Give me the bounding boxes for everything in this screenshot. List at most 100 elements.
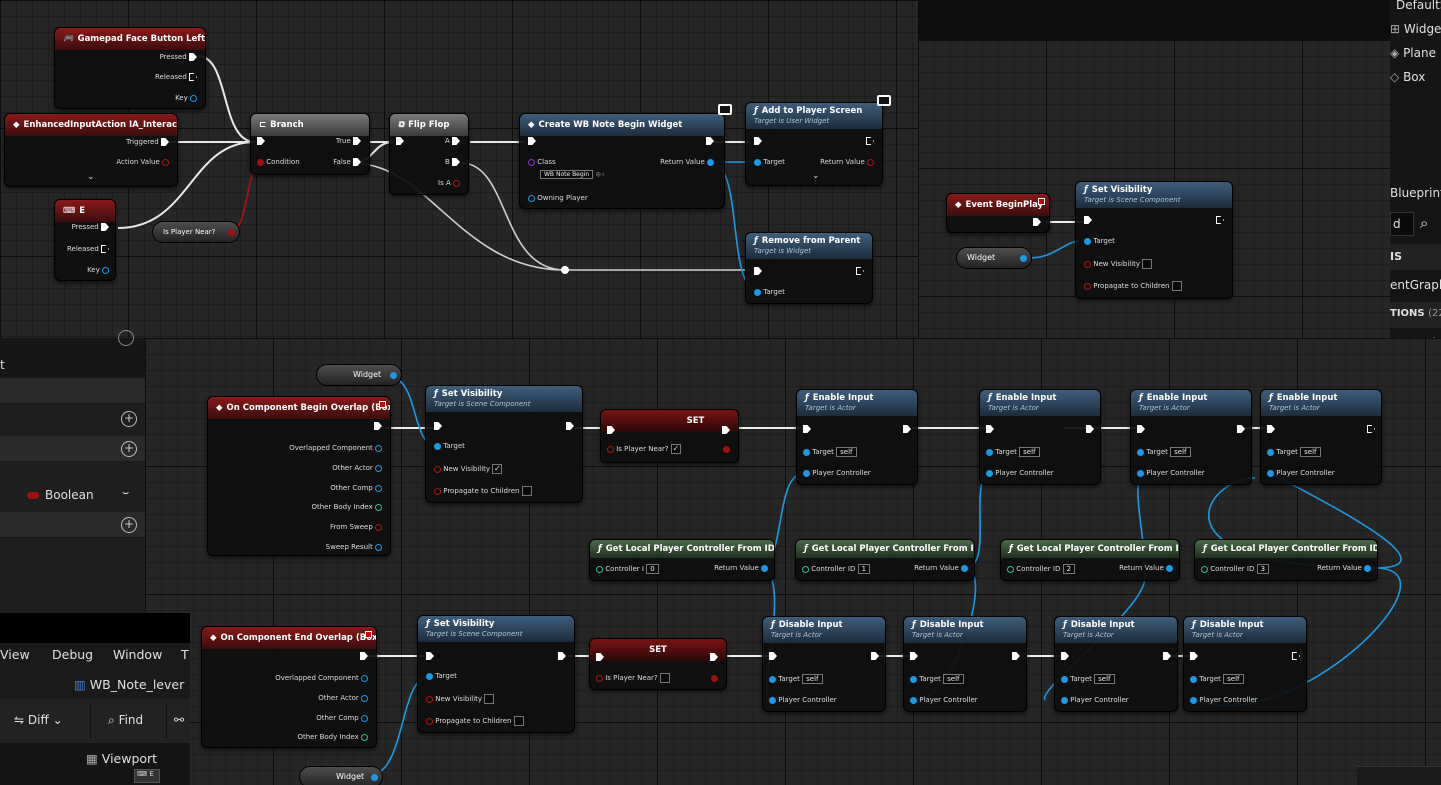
exec-in-pin[interactable] (1084, 216, 1092, 224)
find-button[interactable]: ⌕ Find (108, 713, 143, 728)
propagate-checkbox[interactable] (513, 716, 524, 726)
set-visibility-node[interactable]: ƒ Set Visibility Target is Scene Component… (425, 385, 583, 503)
exec-in-pin[interactable] (434, 422, 442, 430)
propagate-pin[interactable] (434, 487, 441, 495)
exec-out-pin[interactable] (189, 73, 197, 81)
output-pin[interactable] (361, 694, 368, 702)
controller-id-pin[interactable] (1007, 565, 1014, 573)
graphs-section[interactable]: + (0, 406, 145, 432)
target-self-field[interactable]: self (1094, 674, 1115, 684)
player-controller-pin[interactable] (803, 469, 810, 477)
exec-out-pin[interactable] (353, 158, 361, 166)
new-visibility-pin[interactable] (434, 465, 441, 473)
component-item[interactable]: ⊞ Widge (1390, 22, 1441, 36)
e-key-node[interactable]: ⌨ E Pressed Released Key (54, 199, 116, 281)
controller-id-field[interactable]: 3 (1256, 564, 1270, 574)
target-pin[interactable] (1137, 448, 1144, 456)
target-pin[interactable] (1084, 237, 1091, 245)
widget-pin[interactable] (371, 774, 378, 781)
delegate-pin[interactable] (379, 401, 386, 408)
return-value-pin[interactable] (1166, 564, 1173, 572)
propagate-checkbox[interactable] (1171, 281, 1182, 291)
new-visibility-checkbox[interactable] (1142, 259, 1153, 269)
target-pin[interactable] (1190, 675, 1197, 683)
player-controller-pin[interactable] (1137, 469, 1144, 477)
new-visibility-pin[interactable] (426, 695, 433, 703)
target-pin[interactable] (426, 672, 433, 680)
exec-out-pin[interactable] (856, 267, 864, 275)
exec-out-pin[interactable] (374, 422, 382, 430)
gamepad-face-button-left-node[interactable]: 🎮 Gamepad Face Button Left Pressed Releas… (54, 27, 206, 109)
exec-in-pin[interactable] (396, 137, 404, 145)
player-controller-pin[interactable] (910, 696, 917, 704)
disable-input-node[interactable]: ƒ Disable Input Target is Actor Target sel… (1183, 616, 1307, 712)
output-pin[interactable] (375, 523, 382, 531)
output-pin[interactable] (375, 484, 382, 492)
target-pin[interactable] (986, 448, 993, 456)
new-visibility-checkbox[interactable] (484, 694, 495, 704)
exec-out-pin[interactable] (566, 422, 574, 430)
enable-input-node[interactable]: ƒ Enable Input Target is Actor Target self… (1130, 389, 1252, 485)
exec-in-pin[interactable] (596, 653, 604, 661)
get-local-player-controller-node[interactable]: ƒ Get Local Player Controller From ID Con… (1194, 539, 1378, 581)
exec-out-pin[interactable] (101, 223, 109, 231)
exec-in-pin[interactable] (754, 137, 762, 145)
exec-in-pin[interactable] (986, 425, 994, 433)
propagate-pin[interactable] (1084, 282, 1091, 290)
widget-variable[interactable]: Widget (316, 364, 402, 386)
component-item[interactable]: ◇ Box (1390, 70, 1425, 84)
functions-section[interactable]: + (0, 436, 145, 462)
exec-out-pin[interactable] (1086, 425, 1094, 433)
exec-out-pin[interactable] (452, 158, 460, 166)
exec-out-pin[interactable] (558, 652, 566, 660)
target-self-field[interactable]: self (1300, 447, 1321, 457)
menu-window[interactable]: Window (113, 647, 162, 662)
exec-in-pin[interactable] (607, 426, 615, 434)
set-is-player-near-node[interactable]: SET Is Player Near? ✓ (600, 409, 739, 463)
exec-out-pin[interactable] (189, 53, 197, 61)
add-dispatcher-button[interactable]: + (121, 517, 137, 533)
target-pin[interactable] (769, 675, 776, 683)
exec-out-pin[interactable] (360, 652, 368, 660)
delegate-pin[interactable] (1038, 198, 1045, 205)
exec-in-pin[interactable] (769, 652, 777, 660)
exec-out-pin[interactable] (161, 138, 169, 146)
output-pin[interactable] (375, 503, 382, 511)
controller-id-pin[interactable] (596, 565, 603, 573)
menu-view[interactable]: View (0, 647, 30, 662)
menu-tools[interactable]: T (181, 647, 189, 662)
bool-out-pin[interactable] (723, 445, 730, 453)
target-self-field[interactable]: self (943, 674, 964, 684)
exec-out-pin[interactable] (1012, 652, 1020, 660)
owning-player-pin[interactable] (528, 194, 535, 202)
branch-node[interactable]: ⊏ Branch Condition True False (250, 113, 370, 175)
player-controller-pin[interactable] (986, 469, 993, 477)
on-component-begin-overlap-node[interactable]: ◆ On Component Begin Overlap (Box) Overla… (207, 396, 391, 556)
new-visibility-pin[interactable] (1084, 260, 1091, 268)
exec-out-pin[interactable] (722, 426, 730, 434)
exec-out-pin[interactable] (1216, 216, 1224, 224)
enable-input-node[interactable]: ƒ Enable Input Target is Actor Target self… (1260, 389, 1382, 485)
exec-out-pin[interactable] (1237, 425, 1245, 433)
new-visibility-checkbox[interactable]: ✓ (492, 464, 503, 474)
key-pin[interactable] (102, 266, 109, 274)
exec-out-pin[interactable] (1292, 652, 1300, 660)
condition-pin[interactable] (257, 158, 264, 166)
return-value-pin[interactable] (1364, 564, 1371, 572)
eye-icon[interactable]: ⌣ (122, 486, 129, 500)
output-pin[interactable] (361, 733, 368, 741)
bool-out-pin[interactable] (711, 674, 718, 682)
diff-button[interactable]: ⇋ Diff ⌄ (14, 713, 63, 727)
add-graph-button[interactable]: + (121, 411, 137, 427)
expand-chevron-icon[interactable]: ⌄ (812, 171, 820, 181)
target-pin[interactable] (754, 288, 761, 296)
exec-out-pin[interactable] (706, 137, 714, 145)
widget-pin[interactable] (1020, 255, 1027, 262)
search-icon[interactable]: ⌕ (1420, 214, 1428, 232)
exec-out-pin[interactable] (710, 653, 718, 661)
is-player-near-variable[interactable]: Is Player Near? (152, 221, 240, 243)
get-local-player-controller-node[interactable]: ƒ Get Local Player Controller From ID Con… (589, 539, 775, 581)
hierarchy-icon[interactable]: ⚯ (174, 713, 184, 727)
player-controller-pin[interactable] (1061, 696, 1068, 704)
return-value-pin[interactable] (867, 158, 874, 166)
